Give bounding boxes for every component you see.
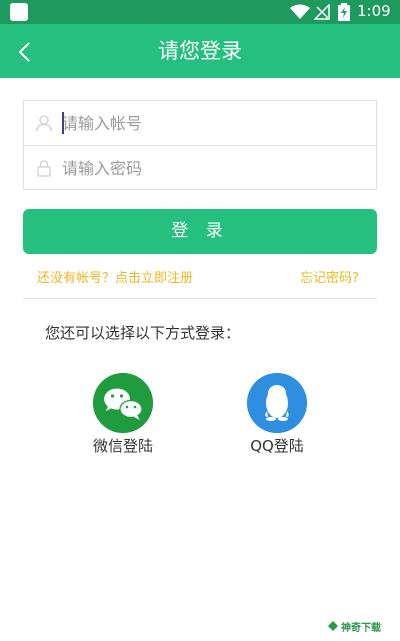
watermark-text: 神奇下载: [341, 623, 381, 634]
qq-penguin-icon: [247, 373, 307, 433]
app-notification-icon: [10, 3, 28, 21]
alternate-login-prompt: 您还可以选择以下方式登录：: [45, 324, 241, 342]
wechat-login-label: 微信登陆: [92, 437, 153, 455]
qq-login-label: QQ登陆: [250, 437, 304, 455]
no-signal-icon: [314, 4, 330, 20]
battery-charging-icon: [338, 3, 350, 21]
status-bar: 1:09: [0, 0, 400, 24]
wifi-icon: [290, 4, 310, 19]
divider: [23, 298, 377, 299]
register-link[interactable]: 还没有帐号？点击立即注册: [37, 267, 193, 286]
header-bar: 请您登录: [0, 24, 400, 78]
account-row: [24, 101, 376, 146]
lock-icon: [37, 160, 51, 177]
wechat-login-option[interactable]: 微信登陆: [73, 373, 173, 456]
password-input[interactable]: [62, 152, 362, 184]
password-row: [24, 146, 376, 190]
qq-login-option[interactable]: QQ登陆: [227, 373, 327, 456]
forgot-password-link[interactable]: 忘记密码?: [300, 267, 359, 286]
text-cursor: [62, 112, 64, 134]
account-input[interactable]: [62, 107, 362, 139]
login-form: [23, 100, 377, 190]
login-button[interactable]: 登 录: [23, 209, 377, 254]
watermark-logo-icon: [328, 621, 338, 631]
page-title: 请您登录: [158, 39, 242, 63]
watermark: 神奇下载: [328, 619, 381, 635]
wechat-icon: [93, 373, 153, 433]
user-icon: [36, 115, 52, 132]
status-time: 1:09: [357, 2, 391, 20]
